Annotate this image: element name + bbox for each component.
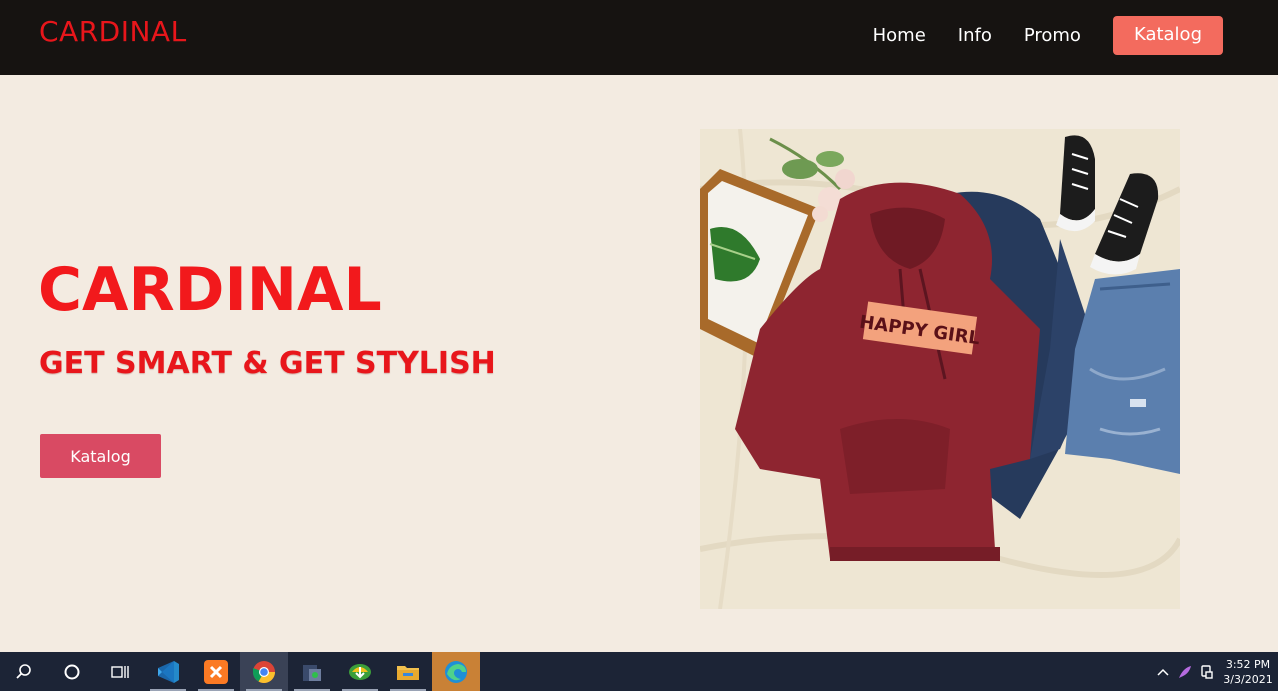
feather-tray-icon[interactable] xyxy=(1174,652,1196,691)
hero-title: CARDINAL xyxy=(38,255,382,325)
xampp-icon[interactable] xyxy=(192,652,240,691)
vscode-icon[interactable] xyxy=(144,652,192,691)
nav-link-info[interactable]: Info xyxy=(958,19,992,53)
nav-links: Home Info Promo Katalog xyxy=(841,16,1223,55)
nav-katalog-button[interactable]: Katalog xyxy=(1112,16,1223,55)
chrome-icon[interactable] xyxy=(240,652,288,691)
task-view-icon[interactable] xyxy=(96,652,144,691)
cortana-icon[interactable] xyxy=(48,652,96,691)
system-tray: 3:52 PM 3/3/2021 xyxy=(1152,652,1278,691)
search-icon[interactable] xyxy=(0,652,48,691)
navbar: CARDINAL Home Info Promo Katalog xyxy=(0,0,1278,75)
hero-katalog-button[interactable]: Katalog xyxy=(40,434,161,478)
clock-time: 3:52 PM xyxy=(1225,657,1271,671)
hero-product-image: HAPPY GIRL xyxy=(700,129,1180,609)
file-explorer-icon[interactable] xyxy=(384,652,432,691)
edge-icon[interactable] xyxy=(432,652,480,691)
clock-date: 3/3/2021 xyxy=(1223,672,1273,686)
hero-subtitle: GET SMART & GET STYLISH xyxy=(39,346,496,381)
nav-link-promo[interactable]: Promo xyxy=(1024,19,1081,53)
taskbar-clock[interactable]: 3:52 PM 3/3/2021 xyxy=(1218,657,1278,687)
brand-logo[interactable]: CARDINAL xyxy=(39,15,187,48)
windows-taskbar: 3:52 PM 3/3/2021 xyxy=(0,652,1278,691)
vpn-icon[interactable] xyxy=(288,652,336,691)
idm-icon[interactable] xyxy=(336,652,384,691)
nav-link-home[interactable]: Home xyxy=(873,19,926,53)
device-tray-icon[interactable] xyxy=(1196,652,1218,691)
chevron-up-icon[interactable] xyxy=(1152,652,1174,691)
